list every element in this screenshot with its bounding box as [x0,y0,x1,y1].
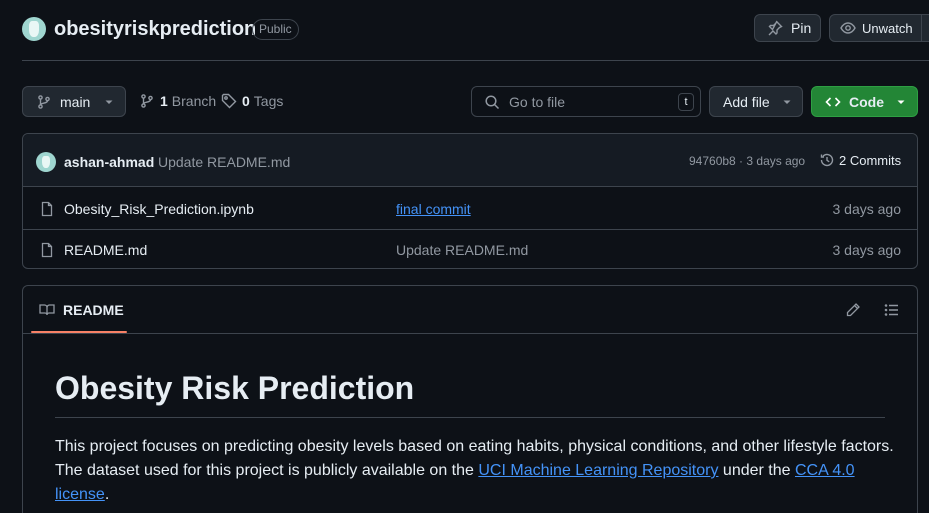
table-row[interactable]: Obesity_Risk_Prediction.ipynb final comm… [23,188,917,229]
commits-link[interactable]: 2 Commits [819,152,901,168]
file-commit-message[interactable]: final commit [396,201,471,217]
table-row[interactable]: README.md Update README.md 3 days ago [23,229,917,270]
file-icon [39,242,55,258]
branch-select-button[interactable]: main [22,86,126,117]
unwatch-count: 1 [920,15,929,41]
branch-icon [139,93,155,109]
code-icon [825,94,841,110]
add-file-label: Add file [723,93,770,110]
repo-owner-avatar[interactable] [22,17,46,41]
file-name[interactable]: README.md [64,242,147,258]
search-icon [484,94,500,110]
commit-message[interactable]: Update README.md [158,154,290,170]
book-icon [39,302,55,318]
branch-name: main [60,93,91,110]
chevron-down-icon [896,97,906,107]
history-icon [819,152,835,168]
add-file-button[interactable]: Add file [709,86,803,117]
chevron-down-icon [782,97,792,107]
commit-author[interactable]: ashan-ahmad [64,154,154,170]
outline-list-icon[interactable] [884,302,900,318]
tag-count: 0 [242,93,250,109]
pencil-icon[interactable] [845,302,861,318]
eye-icon [840,20,856,36]
search-placeholder: Go to file [509,93,566,110]
file-commit-time: 3 days ago [832,242,902,258]
branch-label: Branch [171,93,217,109]
header-divider [22,60,929,61]
go-to-file-search[interactable]: Go to file t [471,86,701,117]
latest-commit-bar: ashan-ahmad Update README.md 94760b8 · 3… [23,134,917,187]
readme-header: README [23,286,917,334]
readme-text-2: under the [718,462,795,479]
file-commit-time: 3 days ago [832,200,902,217]
pin-label: Pin [791,20,812,36]
visibility-badge: Public [252,19,299,40]
readme-tab-label: README [63,302,124,318]
code-label: Code [849,93,884,110]
file-icon [39,201,55,217]
tab-readme[interactable]: README [39,302,124,318]
active-tab-indicator [31,331,127,333]
uci-repository-link[interactable]: UCI Machine Learning Repository [478,462,718,479]
unwatch-button[interactable]: Unwatch 1 [829,14,929,42]
branch-icon [36,94,52,110]
commit-author-avatar[interactable] [36,152,56,172]
readme-panel: README Obesity Risk Prediction This proj… [22,285,918,513]
readme-paragraph: This project focuses on predicting obesi… [55,435,895,507]
pin-button[interactable]: Pin [754,14,821,42]
branches-link[interactable]: 1 Branch [139,93,216,109]
branch-count: 1 [160,93,168,109]
chevron-down-icon [104,97,114,107]
unwatch-label: Unwatch [862,20,913,36]
file-name[interactable]: Obesity_Risk_Prediction.ipynb [64,201,254,217]
pin-icon [767,20,783,36]
search-shortcut-key: t [678,93,694,111]
tag-label: Tags [253,93,284,109]
tags-link[interactable]: 0 Tags [221,93,283,109]
readme-text-3: . [104,486,110,503]
tag-icon [221,93,237,109]
file-table: ashan-ahmad Update README.md 94760b8 · 3… [22,133,918,269]
file-commit-message[interactable]: Update README.md [396,242,528,258]
repo-name[interactable]: obesityriskprediction [54,18,256,41]
readme-title: Obesity Risk Prediction [55,370,885,418]
code-button[interactable]: Code [811,86,918,117]
commit-hash-time[interactable]: 94760b8 · 3 days ago [689,154,805,168]
commits-label: 2 Commits [839,152,902,168]
